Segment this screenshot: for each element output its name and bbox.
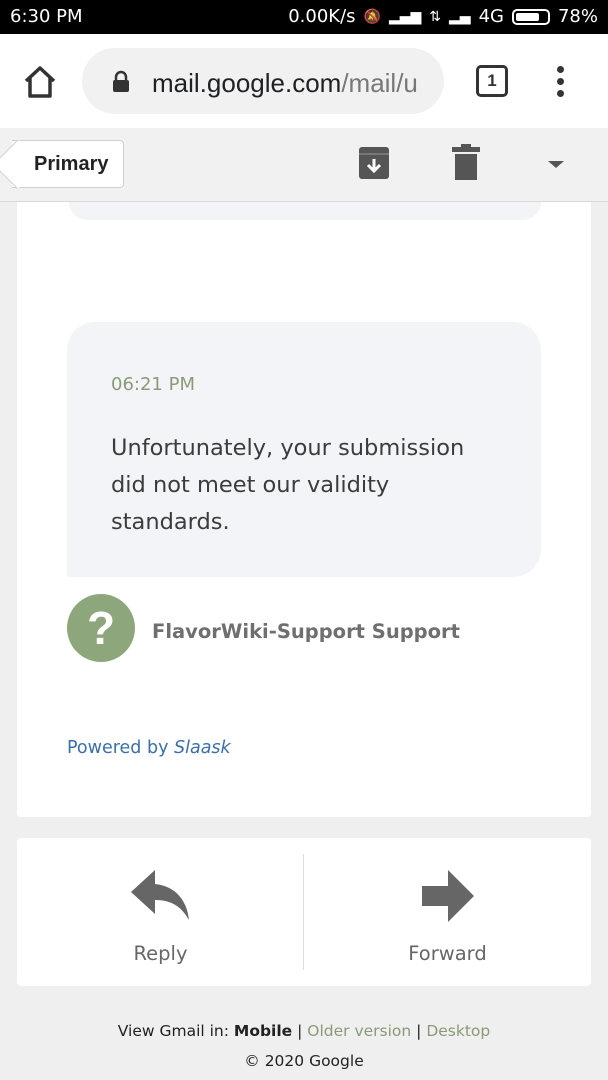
mute-icon: 🔕 (363, 8, 381, 25)
status-bar: 6:30 PM 0.00K/s 🔕 ▂▄▆ ⇅ ▂▄ 4G 78% (0, 0, 608, 34)
forward-icon (422, 870, 474, 922)
older-version-link[interactable]: Older version (307, 1022, 411, 1040)
powered-by-link[interactable]: Powered by Slaask (67, 738, 231, 758)
network-type: 4G (478, 6, 504, 27)
forward-button[interactable]: Forward (304, 838, 591, 986)
network-speed: 0.00K/s (288, 6, 356, 27)
sender-name: FlavorWiki-Support Support (152, 620, 460, 643)
data-transfer-icon: ⇅ (429, 8, 442, 25)
reply-button[interactable]: Reply (17, 838, 304, 986)
message-bubble: 06:21 PM Unfortunately, your submission … (67, 322, 541, 577)
forward-label: Forward (408, 942, 487, 965)
desktop-link[interactable]: Desktop (426, 1022, 490, 1040)
view-mode-links: View Gmail in: Mobile | Older version | … (117, 1022, 491, 1040)
svg-text:?: ? (87, 602, 115, 654)
battery-icon (511, 8, 550, 25)
reply-label: Reply (133, 942, 188, 965)
sender-avatar: ? (67, 594, 135, 662)
tab-switcher-button[interactable]: 1 (476, 65, 508, 97)
more-vert-icon (556, 66, 564, 73)
mobile-view-link[interactable]: Mobile (234, 1022, 292, 1040)
home-icon (24, 66, 56, 98)
url-text: mail.google.com/mail/u (152, 68, 418, 98)
browser-menu-button[interactable] (554, 66, 566, 98)
address-bar[interactable]: mail.google.com/mail/u (82, 48, 444, 114)
more-actions-dropdown[interactable] (546, 158, 566, 170)
message-time: 06:21 PM (111, 374, 195, 395)
signal-icon-2: ▂▄ (449, 8, 471, 25)
browser-toolbar: mail.google.com/mail/u 1 (0, 34, 608, 128)
battery-percent: 78% (557, 6, 598, 27)
gmail-footer: View Gmail in: Mobile | Older version | … (0, 1022, 608, 1070)
gmail-toolbar: Primary (0, 128, 608, 202)
caret-down-icon (548, 161, 564, 168)
status-indicators: 0.00K/s 🔕 ▂▄▆ ⇅ ▂▄ 4G 78% (288, 6, 598, 27)
archive-button[interactable] (358, 146, 390, 180)
message-card: 06:21 PM Unfortunately, your submission … (17, 202, 591, 817)
home-button[interactable] (22, 64, 58, 100)
reply-forward-bar: Reply Forward (17, 838, 591, 986)
previous-message-bubble (69, 202, 541, 220)
back-to-primary-button[interactable]: Primary (12, 140, 124, 188)
primary-label: Primary (34, 153, 109, 175)
reply-icon (131, 870, 189, 920)
question-mark-icon: ? (87, 602, 115, 654)
archive-icon (359, 147, 389, 179)
message-text: Unfortunately, your submission did not m… (111, 435, 465, 535)
trash-icon (452, 144, 480, 180)
copyright: © 2020 Google (244, 1052, 364, 1070)
status-time: 6:30 PM (10, 6, 83, 27)
delete-button[interactable] (452, 144, 480, 180)
signal-icon: ▂▄▆ (388, 8, 422, 25)
lock-icon (113, 70, 129, 92)
